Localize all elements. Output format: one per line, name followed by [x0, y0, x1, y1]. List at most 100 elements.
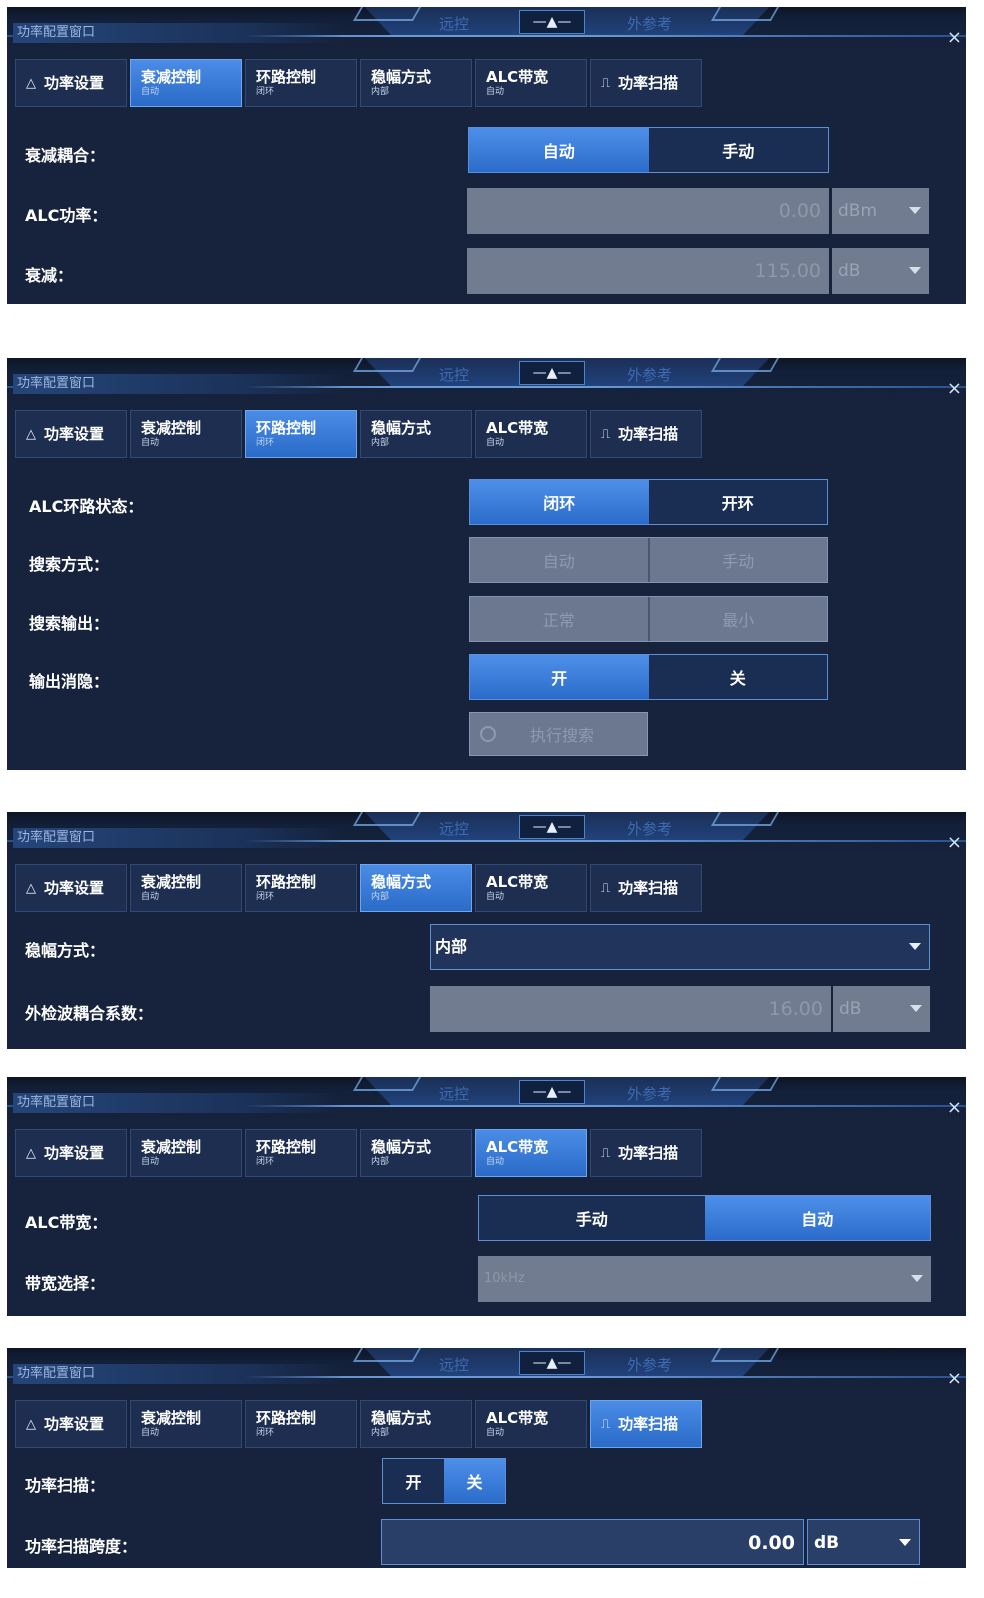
tab-power-sweep[interactable]: ⎍ 功率扫描 [590, 864, 702, 912]
tab-leveling[interactable]: 稳幅方式 内部 [360, 1129, 472, 1177]
remote-indicator: 远控 [439, 366, 470, 384]
tab-power-sweep[interactable]: ⎍ 功率扫描 [590, 410, 702, 458]
bw-select-dropdown[interactable]: 10kHz [478, 1256, 931, 1302]
tab-leveling[interactable]: 稳幅方式 内部 [360, 59, 472, 107]
alc-power-field[interactable]: 0.00 [467, 188, 829, 234]
tab-attenuation[interactable]: 衰减控制 自动 [130, 864, 242, 912]
alc-bandwidth-auto[interactable]: 自动 [704, 1196, 930, 1240]
triangle-icon: △ [26, 1416, 36, 1432]
tab-power-settings[interactable]: △ 功率设置 [15, 410, 127, 458]
gear-icon [480, 726, 496, 742]
tab-leveling[interactable]: 稳幅方式 内部 [360, 1400, 472, 1448]
power-sweep-off[interactable]: 关 [444, 1459, 505, 1503]
home-button[interactable]: —▲— [519, 1080, 585, 1104]
remote-indicator: 远控 [439, 15, 470, 33]
header-decoration [352, 812, 422, 826]
ext-ref-indicator: 外参考 [627, 1356, 673, 1374]
tab-power-settings[interactable]: △ 功率设置 [15, 59, 127, 107]
loop-closed-option[interactable]: 闭环 [470, 480, 649, 524]
sweep-span-unit-select[interactable]: dB [807, 1519, 920, 1565]
close-icon[interactable]: × [947, 832, 962, 853]
alc-power-unit-select[interactable]: dBm [832, 188, 929, 234]
tab-loop-control[interactable]: 环路控制 闭环 [245, 1400, 357, 1448]
search-output-normal[interactable]: 正常 [470, 597, 648, 641]
sweep-span-label: 功率扫描跨度： [25, 1537, 138, 1556]
atten-coupling-auto[interactable]: 自动 [469, 128, 649, 172]
tab-attenuation[interactable]: 衰减控制 自动 [130, 1400, 242, 1448]
tab-alc-bandwidth[interactable]: ALC带宽 自动 [475, 1400, 587, 1448]
close-icon[interactable]: × [947, 378, 962, 399]
tab-power-sweep[interactable]: ⎍ 功率扫描 [590, 1400, 702, 1448]
close-icon[interactable]: × [947, 27, 962, 48]
tab-power-sweep[interactable]: ⎍ 功率扫描 [590, 1129, 702, 1177]
tab-alc-bandwidth[interactable]: ALC带宽 自动 [475, 1129, 587, 1177]
search-mode-auto[interactable]: 自动 [470, 538, 648, 582]
tab-attenuation[interactable]: 衰减控制 自动 [130, 59, 242, 107]
home-button[interactable]: —▲— [519, 1351, 585, 1375]
attenuation-field[interactable]: 115.00 [467, 248, 829, 294]
panel-power-sweep: 远控 —▲— 外参考 功率配置窗口 × △ 功率设置 衰减控制 自动 环路控制 闭环 … [7, 1348, 966, 1568]
home-button[interactable]: —▲— [519, 815, 585, 839]
header-decoration [352, 1348, 422, 1362]
window-title: 功率配置窗口 [13, 374, 343, 394]
loop-state-label: ALC环路状态： [29, 497, 144, 516]
ext-ref-indicator: 外参考 [627, 1085, 673, 1103]
tab-alc-bandwidth[interactable]: ALC带宽 自动 [475, 410, 587, 458]
tab-power-sweep[interactable]: ⎍ 功率扫描 [590, 59, 702, 107]
ext-coupling-field[interactable]: 16.00 [430, 986, 831, 1032]
tab-bar: △ 功率设置 衰减控制 自动 环路控制 闭环 稳幅方式 内部 ALC带宽 自动 ⎍ 功率扫描 [15, 410, 702, 458]
tab-power-settings[interactable]: △ 功率设置 [15, 1400, 127, 1448]
close-icon[interactable]: × [947, 1368, 962, 1389]
home-button[interactable]: —▲— [519, 361, 585, 385]
header-decoration [352, 1077, 422, 1091]
search-mode-label: 搜索方式： [29, 555, 110, 574]
output-blanking-off[interactable]: 关 [648, 655, 827, 699]
tab-leveling[interactable]: 稳幅方式 内部 [360, 410, 472, 458]
tab-alc-bandwidth[interactable]: ALC带宽 自动 [475, 59, 587, 107]
loop-state-toggle: 闭环 开环 [469, 479, 828, 525]
search-output-min[interactable]: 最小 [647, 597, 827, 641]
leveling-mode-select[interactable]: 内部 [430, 924, 930, 970]
ext-coupling-unit-select[interactable]: dB [833, 986, 930, 1032]
tab-attenuation[interactable]: 衰减控制 自动 [130, 1129, 242, 1177]
execute-search-button[interactable]: 执行搜索 [469, 712, 648, 756]
tab-power-settings[interactable]: △ 功率设置 [15, 1129, 127, 1177]
atten-coupling-manual[interactable]: 手动 [648, 128, 828, 172]
chevron-down-icon [909, 267, 921, 274]
header-decoration [352, 358, 422, 372]
sweep-span-field[interactable]: 0.00 [381, 1519, 804, 1565]
tab-attenuation[interactable]: 衰减控制 自动 [130, 410, 242, 458]
ext-coupling-label: 外检波耦合系数： [25, 1004, 154, 1023]
alc-bandwidth-manual[interactable]: 手动 [479, 1196, 705, 1240]
tab-leveling[interactable]: 稳幅方式 内部 [360, 864, 472, 912]
panel-attenuation-control: 远控 —▲— 外参考 功率配置窗口 × △ 功率设置 衰减控制 自动 环路控制 闭环 … [7, 7, 966, 304]
step-icon: ⎍ [601, 1145, 611, 1161]
tab-alc-bandwidth[interactable]: ALC带宽 自动 [475, 864, 587, 912]
tab-power-settings[interactable]: △ 功率设置 [15, 864, 127, 912]
search-output-toggle: 正常 最小 [469, 596, 828, 642]
home-icon: —▲— [532, 1084, 572, 1100]
triangle-icon: △ [26, 1145, 36, 1161]
header-decoration [352, 7, 422, 21]
output-blanking-on[interactable]: 开 [470, 655, 649, 699]
loop-open-option[interactable]: 开环 [648, 480, 827, 524]
tab-loop-control[interactable]: 环路控制 闭环 [245, 1129, 357, 1177]
window-header: 远控 —▲— 外参考 功率配置窗口 × [7, 1077, 966, 1123]
header-decoration [710, 358, 780, 372]
step-icon: ⎍ [601, 75, 611, 91]
home-button[interactable]: —▲— [519, 10, 585, 34]
attenuation-unit-select[interactable]: dB [832, 248, 929, 294]
chevron-down-icon [899, 1539, 911, 1546]
tab-loop-control[interactable]: 环路控制 闭环 [245, 864, 357, 912]
header-decoration [710, 7, 780, 21]
search-output-label: 搜索输出： [29, 614, 110, 633]
search-mode-manual[interactable]: 手动 [647, 538, 827, 582]
tab-loop-control[interactable]: 环路控制 闭环 [245, 410, 357, 458]
power-sweep-on[interactable]: 开 [383, 1459, 444, 1503]
chevron-down-icon [911, 1275, 923, 1282]
tab-loop-control[interactable]: 环路控制 闭环 [245, 59, 357, 107]
close-icon[interactable]: × [947, 1097, 962, 1118]
remote-indicator: 远控 [439, 1356, 470, 1374]
home-icon: —▲— [532, 819, 572, 835]
atten-coupling-toggle: 自动 手动 [468, 127, 829, 173]
